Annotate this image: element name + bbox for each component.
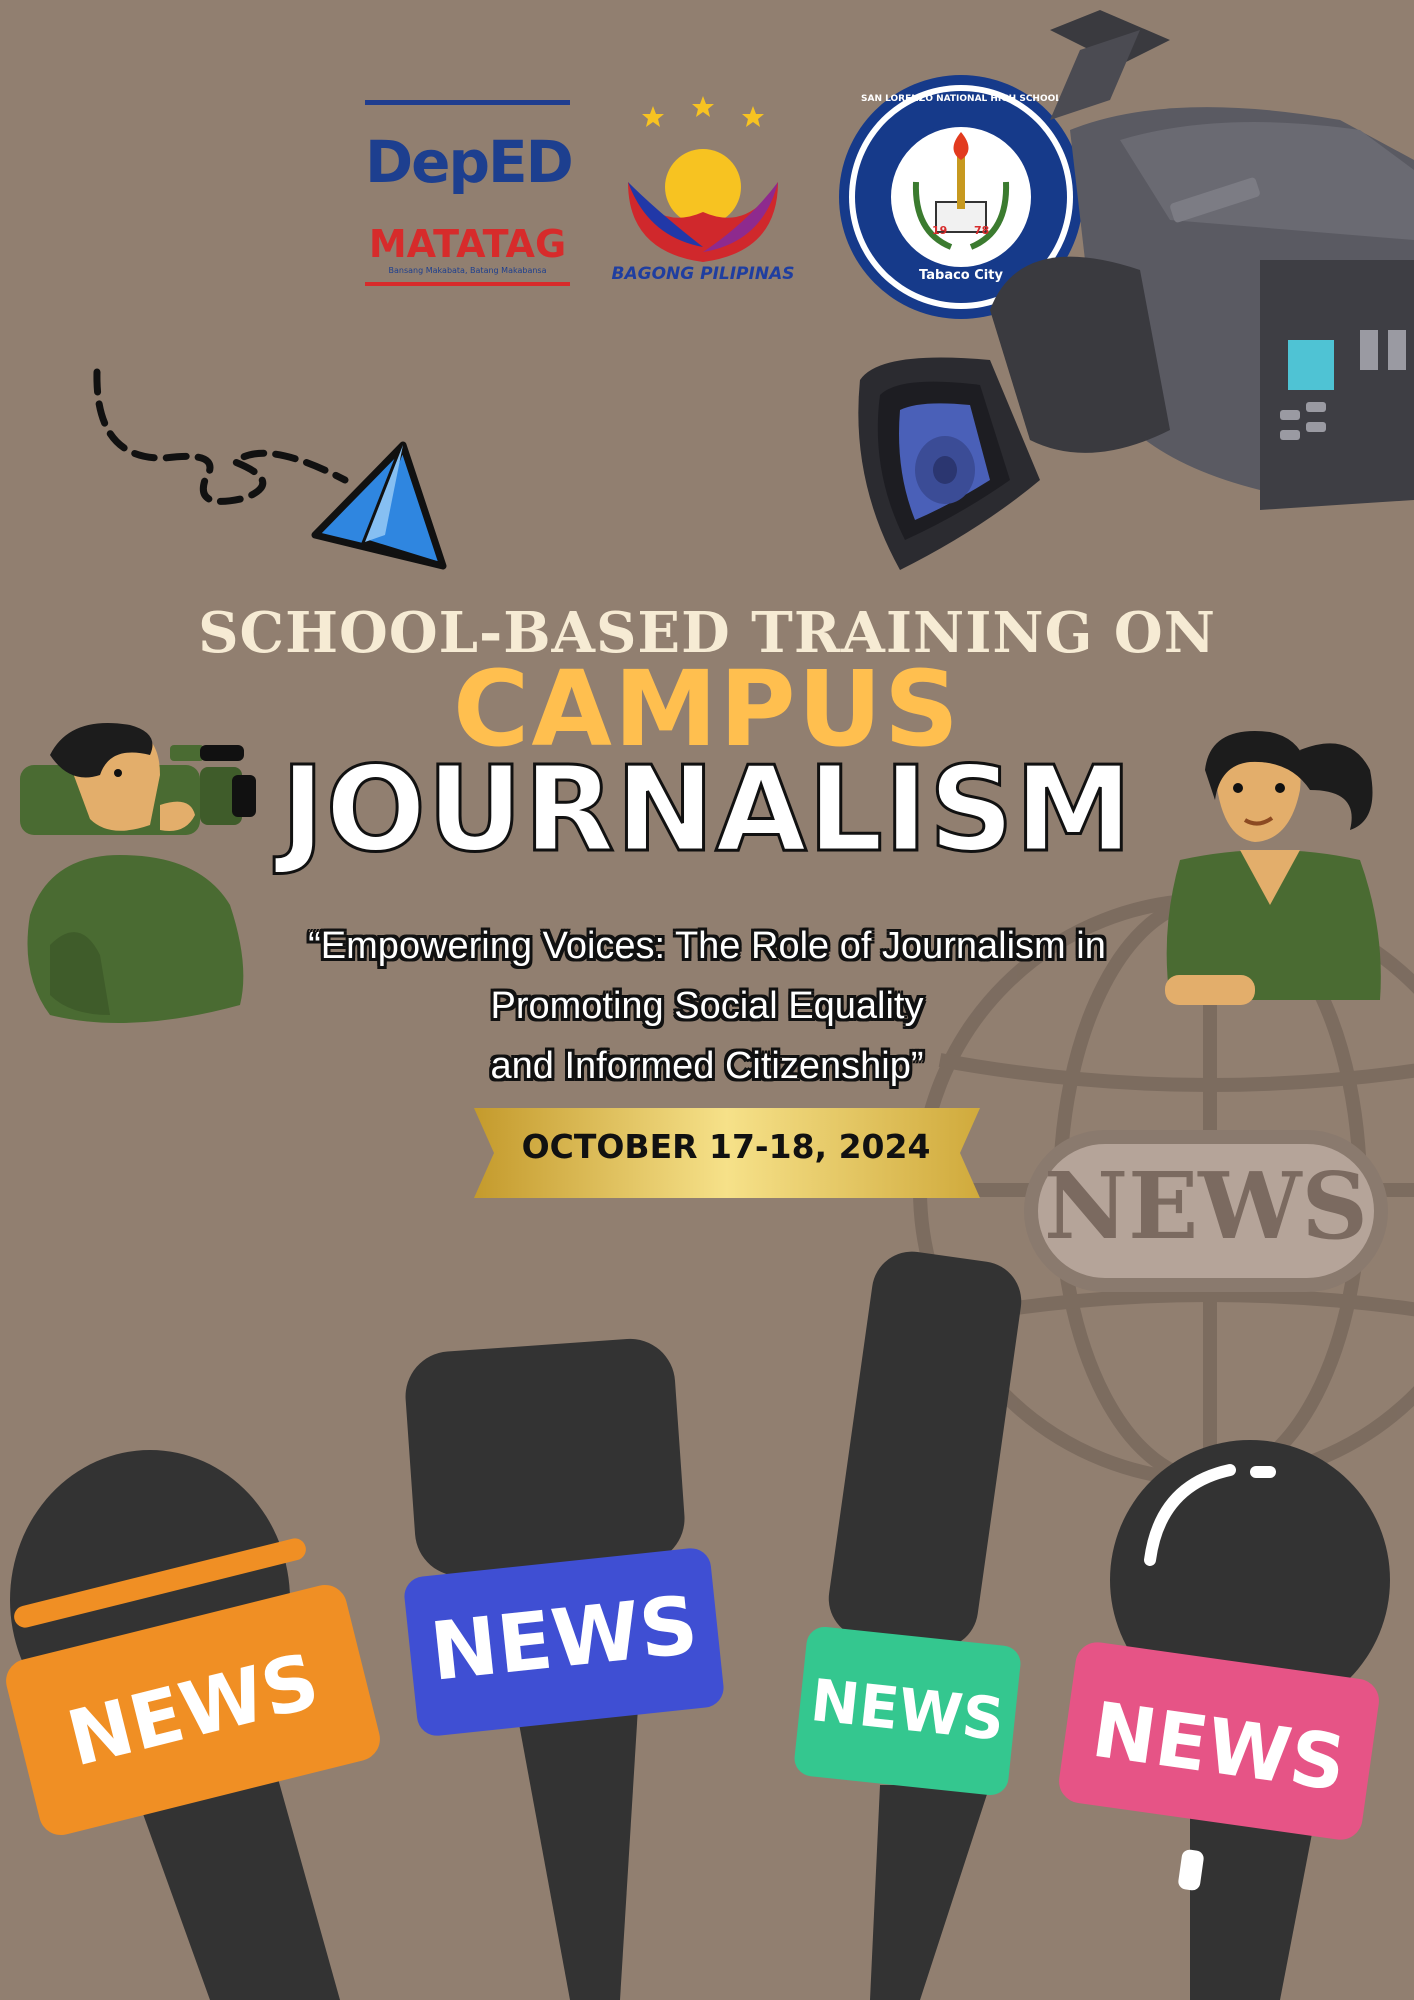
title-journalism: JOURNALISM <box>279 739 1134 880</box>
deped-wordmark: DepED <box>365 128 574 196</box>
matatag-subtag: Bansang Makabata, Batang Makabansa <box>388 266 547 275</box>
theme-line-3: and Informed Citizenship” <box>490 1045 924 1087</box>
theme-line-2: Promoting Social Equality <box>490 985 924 1027</box>
theme-line-1: “Empowering Voices: The Role of Journali… <box>308 925 1106 967</box>
bagong-pilipinas-label: BAGONG PILIPINAS <box>611 264 795 284</box>
matatag-wordmark: MATATAG <box>368 222 567 266</box>
poster: NEWS DepED MATATAG Bansang Makabata, Bat… <box>0 0 1414 2000</box>
video-camera-icon <box>858 10 1414 570</box>
bagong-pilipinas-logo: BAGONG PILIPINAS <box>598 92 808 292</box>
event-date: OCTOBER 17-18, 2024 <box>521 1127 931 1166</box>
bagong-pilipinas-emblem <box>628 96 778 262</box>
theme-quote: “Empowering Voices: The Role of Journali… <box>0 916 1414 1096</box>
paper-plane-icon <box>93 368 447 570</box>
globe-news-text: NEWS <box>1044 1152 1368 1260</box>
deped-logo: DepED MATATAG Bansang Makabata, Batang M… <box>365 100 574 290</box>
